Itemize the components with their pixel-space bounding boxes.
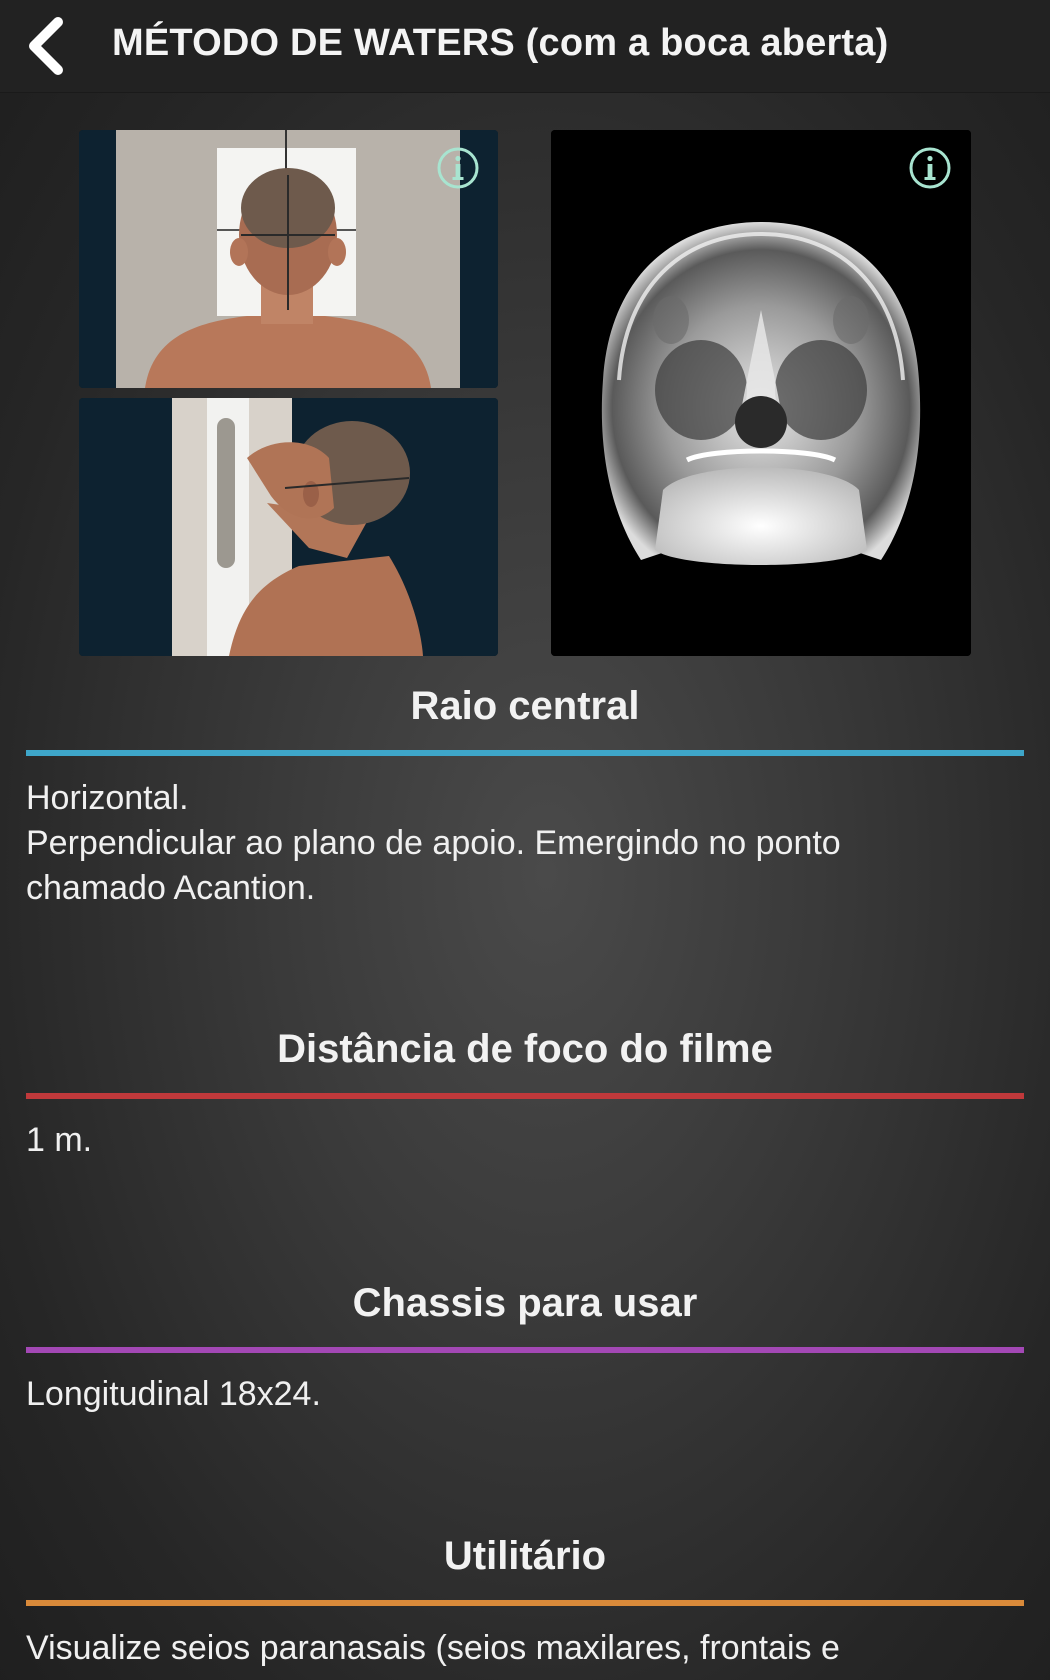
section-text-utilitario: Visualize seios paranasais (seios maxila…: [26, 1626, 1026, 1671]
info-icon: [909, 147, 951, 189]
text-line: Perpendicular ao plano de apoio. Emergin…: [26, 824, 841, 862]
section-divider-distancia-foco: [26, 1093, 1024, 1099]
positioning-image-back: [79, 130, 498, 388]
xray-image: [551, 130, 971, 656]
positioning-image-side: [79, 398, 498, 656]
text-line: Visualize seios paranasais (seios maxila…: [26, 1629, 840, 1667]
section-title-distancia-foco: Distância de foco do filme: [277, 1027, 773, 1071]
chevron-left-icon: [29, 17, 63, 75]
section-title-raio-central: Raio central: [410, 684, 640, 728]
info-button[interactable]: [436, 146, 480, 190]
text-line: chamado Acantion.: [26, 869, 316, 907]
section-text-chassis: Longitudinal 18x24.: [26, 1372, 1026, 1417]
section-divider-chassis: [26, 1347, 1024, 1353]
section-divider-utilitario: [26, 1600, 1024, 1606]
section-title-utilitario: Utilitário: [443, 1534, 607, 1578]
section-title-chassis: Chassis para usar: [352, 1281, 698, 1325]
page-title: MÉTODO DE WATERS (com a boca aberta): [112, 22, 889, 64]
info-icon: [437, 147, 479, 189]
text-line: Longitudinal 18x24.: [26, 1375, 321, 1413]
skull-xray-illustration: [551, 130, 971, 656]
back-button[interactable]: [18, 14, 78, 78]
section-text-distancia-foco: 1 m.: [26, 1118, 1026, 1163]
section-divider-raio-central: [26, 750, 1024, 756]
section-text-raio-central: Horizontal. Perpendicular ao plano de ap…: [26, 776, 1026, 911]
text-line: 1 m.: [26, 1121, 93, 1159]
info-button[interactable]: [908, 146, 952, 190]
top-bar: MÉTODO DE WATERS (com a boca aberta): [0, 0, 1050, 93]
text-line: Horizontal.: [26, 779, 189, 817]
patient-side-view-illustration: [79, 398, 498, 656]
